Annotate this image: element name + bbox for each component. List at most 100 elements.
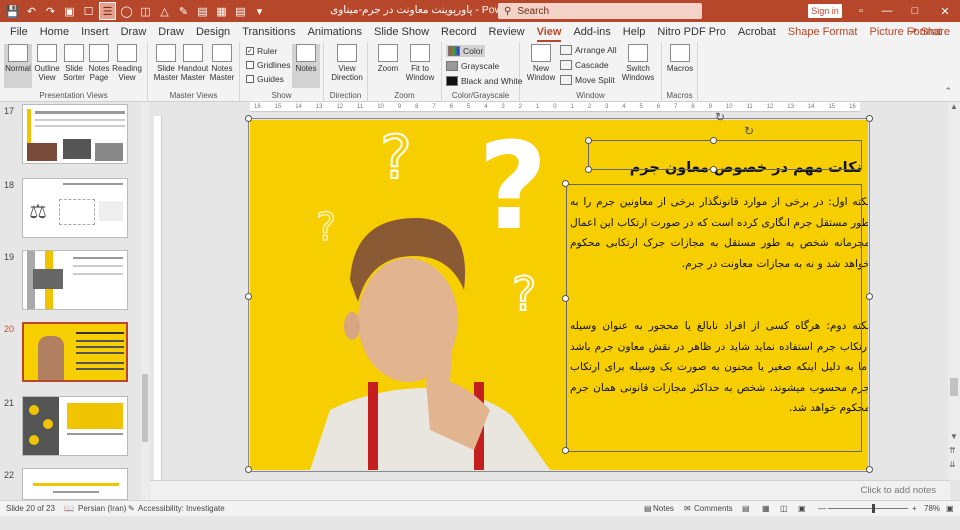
tab-record[interactable]: Record	[435, 22, 482, 42]
previous-slide-icon[interactable]: ⇈	[949, 446, 956, 455]
rotate-handle-icon[interactable]: ↻	[744, 124, 754, 138]
ruler-checkbox[interactable]: ✓ Ruler	[246, 46, 277, 56]
tab-help[interactable]: Help	[617, 22, 652, 42]
close-icon[interactable]: ✕	[930, 0, 960, 22]
slide-sorter-status-icon[interactable]: ▦	[762, 504, 770, 513]
accessibility-status[interactable]: Accessibility: Investigate	[138, 504, 225, 513]
scroll-down-icon[interactable]: ▼	[950, 432, 958, 441]
slide-thumbnail[interactable]	[22, 104, 128, 164]
tab-file[interactable]: File	[4, 22, 34, 42]
body-selection-box[interactable]	[566, 184, 862, 452]
zoom-button[interactable]: Zoom	[374, 44, 402, 73]
redo-icon[interactable]: ↷	[42, 2, 59, 20]
color-button[interactable]: Color	[446, 45, 486, 57]
save-icon[interactable]: 💾	[4, 2, 21, 20]
thumbnail-21[interactable]: 21	[0, 396, 140, 458]
tab-review[interactable]: Review	[483, 22, 531, 42]
thumbnail-scrollbar[interactable]	[141, 102, 149, 500]
accessibility-icon[interactable]: ✎	[128, 504, 135, 513]
tab-draw-2[interactable]: Draw	[152, 22, 190, 42]
resize-handle[interactable]	[585, 137, 592, 144]
spellcheck-icon[interactable]: 📖	[64, 504, 74, 513]
zoom-level[interactable]: 78%	[924, 504, 940, 513]
zoom-out-icon[interactable]: —	[818, 504, 826, 513]
reading-icon[interactable]: ◯	[118, 2, 135, 20]
view-direction-button[interactable]: View Direction	[330, 44, 364, 82]
gridlines-checkbox[interactable]: Gridlines	[246, 60, 291, 70]
tab-view[interactable]: View	[531, 22, 568, 42]
notes-toggle-button[interactable]: Notes	[292, 44, 320, 88]
comments-icon[interactable]: ✉	[684, 504, 691, 513]
tab-shape-format[interactable]: Shape Format	[782, 22, 864, 42]
zoom-slider-thumb[interactable]	[872, 504, 875, 513]
tab-animations[interactable]: Animations	[302, 22, 368, 42]
outline-view-button[interactable]: Outline View	[33, 44, 61, 82]
slide-thumbnail[interactable]: ⚖	[22, 178, 128, 238]
collapse-ribbon-icon[interactable]: ⌃	[944, 86, 952, 97]
thumbnail-20[interactable]: 20	[0, 322, 140, 384]
next-slide-icon[interactable]: ⇊	[949, 460, 956, 469]
normal-view-icon[interactable]: ☰	[99, 2, 116, 20]
checklist-icon[interactable]: ☐	[80, 2, 97, 20]
notes-pane[interactable]: Click to add notes	[150, 480, 950, 500]
resize-handle[interactable]	[245, 293, 252, 300]
tab-home[interactable]: Home	[34, 22, 75, 42]
cascade-button[interactable]: Cascade	[560, 60, 609, 70]
slide-master-button[interactable]: Slide Master	[152, 44, 180, 82]
notes-master-button[interactable]: Notes Master	[208, 44, 236, 82]
comments-button[interactable]: Comments	[694, 504, 733, 513]
resize-handle[interactable]	[866, 466, 873, 473]
normal-view-button[interactable]: Normal	[4, 44, 32, 88]
notes-status-button[interactable]: Notes	[653, 504, 674, 513]
tab-add-ins[interactable]: Add-ins	[567, 22, 616, 42]
sign-in-button[interactable]: Sign in	[808, 4, 842, 18]
zoom-slider[interactable]	[828, 504, 908, 513]
thumbnail-scroll-thumb[interactable]	[142, 374, 148, 442]
format-painter-icon[interactable]: ✎	[175, 2, 192, 20]
undo-icon[interactable]: ↶	[23, 2, 40, 20]
table-icon[interactable]: ▦	[213, 2, 230, 20]
fit-to-window-button[interactable]: Fit to Window	[404, 44, 436, 82]
resize-handle[interactable]	[710, 137, 717, 144]
customize-qat-icon[interactable]: ▾	[251, 2, 268, 20]
notes-status-icon[interactable]: ▤	[644, 504, 652, 513]
vertical-ruler[interactable]	[154, 116, 162, 496]
text-box-icon[interactable]: ▤	[194, 2, 211, 20]
grayscale-button[interactable]: Grayscale	[446, 61, 499, 71]
rotate-handle-icon[interactable]: ↻	[715, 110, 725, 124]
thumbnail-19[interactable]: 19	[0, 250, 140, 312]
thumbnail-18[interactable]: 18 ⚖	[0, 178, 140, 240]
language-status[interactable]: Persian (Iran)	[78, 504, 126, 513]
slide-thumbnail[interactable]	[22, 250, 128, 310]
present-icon[interactable]: ▣	[61, 2, 78, 20]
new-window-button[interactable]: New Window	[526, 44, 556, 82]
tab-insert[interactable]: Insert	[75, 22, 115, 42]
slide-sorter-button[interactable]: Slide Sorter	[60, 44, 88, 82]
arrange-all-button[interactable]: Arrange All	[560, 45, 617, 55]
resize-handle[interactable]	[866, 293, 873, 300]
handout-master-button[interactable]: Handout Master	[178, 44, 208, 82]
tab-slide-show[interactable]: Slide Show	[368, 22, 435, 42]
share-button[interactable]: ↗ Share	[908, 25, 950, 38]
resize-handle[interactable]	[562, 447, 569, 454]
normal-view-status-icon[interactable]: ▤	[742, 504, 750, 513]
zoom-in-icon[interactable]: +	[912, 504, 917, 513]
switch-windows-button[interactable]: Switch Windows	[620, 44, 656, 82]
slide-thumbnail[interactable]	[22, 396, 128, 456]
slideshow-status-icon[interactable]: ▣	[798, 504, 806, 513]
resize-handle[interactable]	[585, 166, 592, 173]
resize-handle[interactable]	[562, 180, 569, 187]
reading-view-button[interactable]: Reading View	[112, 44, 142, 82]
slide-thumbnail[interactable]	[22, 468, 128, 500]
guides-checkbox[interactable]: Guides	[246, 74, 284, 84]
search-box[interactable]: ⚲ Search	[498, 3, 702, 19]
horizontal-ruler[interactable]: 16 15 14 13 12 11 10 9 8 7 6 5 4 3 2 1 0 1 2 3 4 5 6 7 8 9 10 11 12 1…	[250, 102, 860, 112]
thumbnail-17[interactable]: 17	[0, 104, 140, 166]
thumbnail-22[interactable]: 22	[0, 468, 140, 530]
title-selection-box[interactable]	[588, 140, 862, 170]
editor-scroll-thumb[interactable]	[950, 378, 958, 396]
resize-handle[interactable]	[245, 466, 252, 473]
resize-handle[interactable]	[710, 166, 717, 173]
resize-handle[interactable]	[866, 115, 873, 122]
shapes-icon[interactable]: △	[156, 2, 173, 20]
